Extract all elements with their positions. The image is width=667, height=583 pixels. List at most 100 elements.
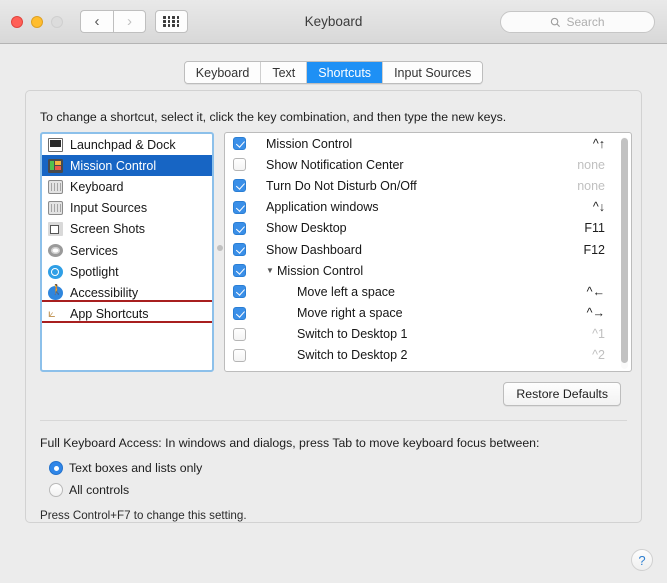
category-list[interactable]: Launchpad & Dock Mission Control Keyboar…	[40, 132, 214, 372]
grid-icon	[163, 16, 180, 27]
shortcut-checkbox[interactable]	[233, 200, 246, 214]
sidebar-item-label: App Shortcuts	[70, 307, 149, 322]
forward-button[interactable]: ›	[113, 10, 146, 33]
show-all-grid-button[interactable]	[155, 10, 188, 33]
restore-defaults-button[interactable]: Restore Defaults	[503, 382, 621, 406]
app-shortcuts-icon	[48, 305, 63, 321]
sidebar-item-keyboard[interactable]: Keyboard	[42, 176, 212, 197]
tab-shortcuts[interactable]: Shortcuts	[307, 62, 384, 83]
shortcut-key[interactable]: ^←	[587, 285, 605, 299]
tab-text[interactable]: Text	[261, 62, 308, 83]
table-row[interactable]: Show Dashboard F12	[225, 239, 631, 260]
close-button[interactable]	[11, 15, 23, 28]
pane-splitter[interactable]	[214, 132, 224, 372]
table-row[interactable]: Switch to Desktop 2 ^2	[225, 345, 631, 366]
sidebar-item-label: Spotlight	[70, 264, 119, 279]
shortcut-key[interactable]: F11	[584, 221, 605, 235]
scrollbar-thumb[interactable]	[621, 138, 628, 363]
sidebar-item-launchpad-dock[interactable]: Launchpad & Dock	[42, 134, 212, 155]
title-bar: ‹ › Keyboard Search	[0, 0, 667, 44]
sidebar-item-screen-shots[interactable]: Screen Shots	[42, 219, 212, 240]
zoom-button	[51, 15, 63, 28]
table-row[interactable]: Turn Do Not Disturb On/Off none	[225, 175, 631, 196]
radio-label: All controls	[69, 483, 130, 497]
shortcut-key[interactable]: ^↑	[593, 137, 605, 151]
table-row[interactable]: Mission Control ^↑	[225, 133, 631, 154]
splitter-handle[interactable]	[216, 245, 223, 251]
shortcut-list[interactable]: Mission Control ^↑ Show Notification Cen…	[224, 132, 632, 372]
full-keyboard-access-label: Full Keyboard Access: In windows and dia…	[40, 436, 540, 450]
tab-input-sources[interactable]: Input Sources	[383, 62, 483, 83]
shortcut-label: Show Notification Center	[266, 157, 404, 172]
radio-label: Text boxes and lists only	[69, 461, 203, 475]
minimize-button[interactable]	[31, 15, 43, 28]
radio-button[interactable]	[49, 483, 63, 497]
table-row[interactable]: Move left a space ^←	[225, 281, 631, 302]
sidebar-item-label: Services	[70, 243, 118, 258]
shortcut-key[interactable]: ^2	[592, 348, 605, 362]
window-controls	[11, 15, 63, 28]
accessibility-icon	[48, 285, 63, 300]
keyboard-preferences-window: ‹ › Keyboard Search Keyboard Text Shortc…	[0, 0, 667, 583]
sidebar-item-label: Input Sources	[70, 201, 148, 216]
shortcut-checkbox[interactable]	[233, 158, 246, 172]
sidebar-item-mission-control[interactable]: Mission Control	[42, 155, 212, 177]
table-row[interactable]: Show Notification Center none	[225, 154, 631, 175]
help-button[interactable]: ?	[631, 549, 653, 571]
shortcut-checkbox[interactable]	[233, 221, 246, 235]
table-row[interactable]: Application windows ^↓	[225, 197, 631, 218]
chevron-down-icon[interactable]: ▼	[266, 266, 277, 275]
split-panes: Launchpad & Dock Mission Control Keyboar…	[40, 132, 641, 372]
shortcuts-panel: To change a shortcut, select it, click t…	[25, 90, 642, 523]
radio-text-boxes-and-lists-only[interactable]: Text boxes and lists only	[49, 457, 641, 479]
sidebar-item-spotlight[interactable]: Spotlight	[42, 261, 212, 282]
shortcut-label: Show Desktop	[266, 221, 347, 236]
shortcut-checkbox[interactable]	[233, 243, 246, 257]
keyboard-icon	[48, 201, 63, 216]
search-placeholder: Search	[566, 15, 605, 29]
shortcut-checkbox[interactable]	[233, 285, 246, 299]
shortcut-key[interactable]: F12	[583, 243, 605, 257]
radio-button[interactable]	[49, 461, 63, 475]
shortcut-key[interactable]: none	[577, 158, 605, 172]
shortcut-checkbox[interactable]	[233, 306, 246, 320]
radio-all-controls[interactable]: All controls	[49, 479, 641, 501]
full-keyboard-access-options: Text boxes and lists only All controls	[49, 457, 641, 501]
section-divider	[40, 420, 627, 421]
shortcut-label: Application windows	[266, 200, 379, 215]
table-row[interactable]: Switch to Desktop 1 ^1	[225, 324, 631, 345]
sidebar-item-services[interactable]: Services	[42, 240, 212, 261]
shortcut-label: Switch to Desktop 1	[297, 327, 408, 342]
shortcut-checkbox[interactable]	[233, 264, 246, 278]
shortcut-label: Mission Control	[266, 136, 353, 151]
keyboard-icon	[48, 179, 63, 194]
sidebar-item-label: Mission Control	[70, 158, 157, 173]
sidebar-item-input-sources[interactable]: Input Sources	[42, 198, 212, 219]
back-button[interactable]: ‹	[80, 10, 113, 33]
tab-keyboard[interactable]: Keyboard	[184, 62, 262, 83]
sidebar-item-accessibility[interactable]: Accessibility	[42, 282, 212, 303]
sidebar-item-label: Screen Shots	[70, 222, 146, 237]
table-row[interactable]: Move right a space ^→	[225, 303, 631, 324]
table-row[interactable]: Show Desktop F11	[225, 218, 631, 239]
shortcut-key[interactable]: ^↓	[593, 200, 605, 214]
shortcut-label: Turn Do Not Disturb On/Off	[266, 178, 417, 193]
shortcut-checkbox[interactable]	[233, 327, 246, 341]
shortcut-key[interactable]: none	[577, 179, 605, 193]
magnifier-icon	[48, 264, 63, 279]
camera-icon	[48, 222, 63, 237]
shortcut-checkbox[interactable]	[233, 137, 246, 151]
table-row-group-header[interactable]: ▼ Mission Control	[225, 260, 631, 281]
shortcut-checkbox[interactable]	[233, 348, 246, 362]
laptop-icon	[48, 137, 63, 152]
shortcut-key[interactable]: ^1	[592, 327, 605, 341]
instruction-text: To change a shortcut, select it, click t…	[40, 110, 507, 124]
sidebar-item-app-shortcuts[interactable]: App Shortcuts	[42, 304, 212, 325]
shortcut-checkbox[interactable]	[233, 179, 246, 193]
shortcut-label: Move right a space	[297, 306, 403, 321]
gear-icon	[48, 244, 63, 258]
sidebar-item-label: Launchpad & Dock	[70, 137, 176, 152]
shortcut-key[interactable]: ^→	[587, 306, 605, 320]
shortcut-label: Show Dashboard	[266, 242, 362, 257]
search-input[interactable]: Search	[500, 11, 655, 33]
